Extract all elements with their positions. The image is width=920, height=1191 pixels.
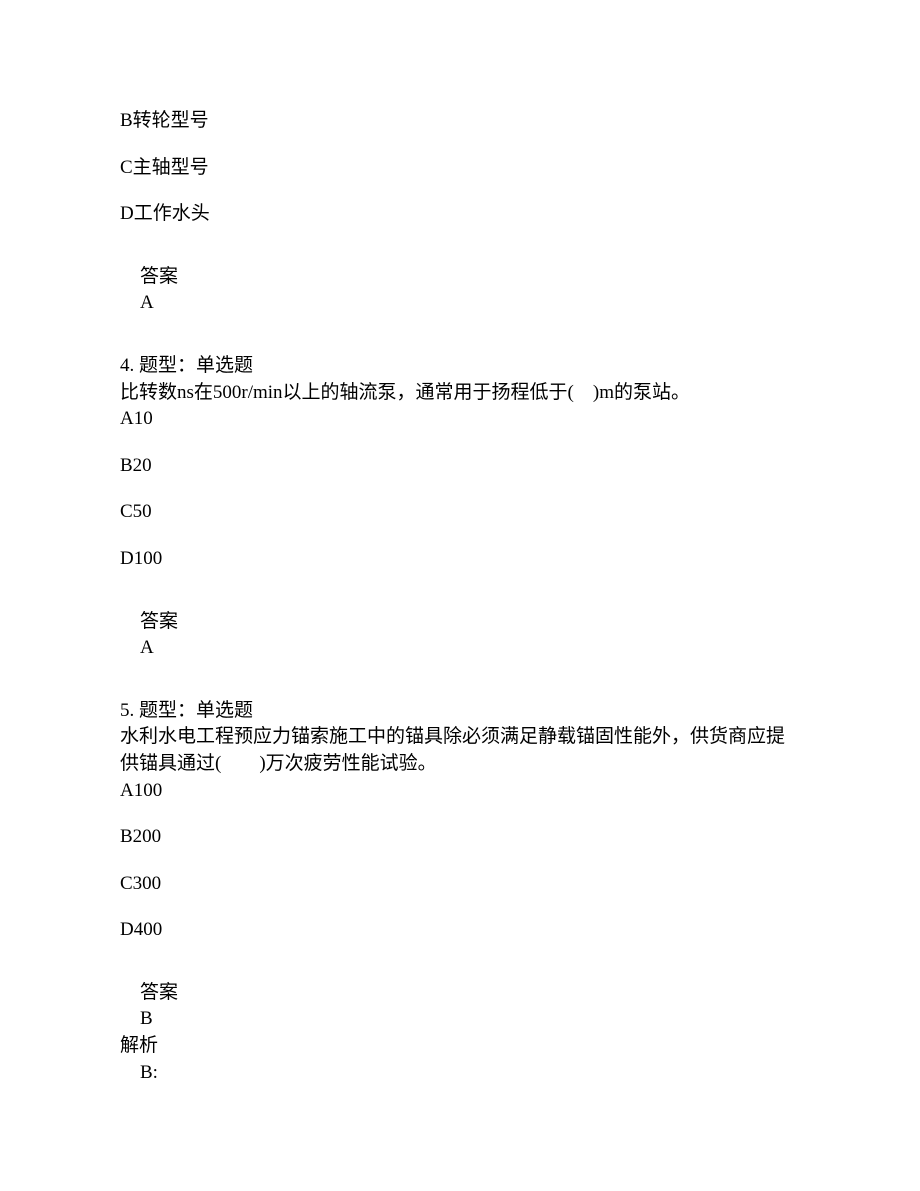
- question-header: 5. 题型：单选题: [120, 698, 800, 725]
- answer-block-5: 答案 B 解析 B:: [120, 980, 800, 1086]
- option-c: C50: [120, 499, 800, 526]
- explain-value: B:: [120, 1060, 800, 1087]
- option-d: D400: [120, 917, 800, 944]
- option-b: B转轮型号: [120, 108, 800, 135]
- answer-label: 答案: [120, 264, 800, 291]
- option-b: B200: [120, 824, 800, 851]
- question-5: 5. 题型：单选题 水利水电工程预应力锚索施工中的锚具除必须满足静载锚固性能外，…: [120, 698, 800, 944]
- option-c: C300: [120, 871, 800, 898]
- answer-value: A: [120, 290, 800, 317]
- answer-value: A: [120, 635, 800, 662]
- answer-block-4: 答案 A: [120, 609, 800, 662]
- question-text: 比转数ns在500r/min以上的轴流泵，通常用于扬程低于( )m的泵站。: [120, 380, 800, 407]
- option-c: C主轴型号: [120, 155, 800, 182]
- explain-label: 解析: [120, 1033, 800, 1060]
- option-b: B20: [120, 453, 800, 480]
- option-a: A10: [120, 406, 800, 433]
- option-d: D工作水头: [120, 201, 800, 228]
- answer-label: 答案: [120, 980, 800, 1007]
- answer-label: 答案: [120, 609, 800, 636]
- question-text: 水利水电工程预应力锚索施工中的锚具除必须满足静载锚固性能外，供货商应提供锚具通过…: [120, 724, 800, 777]
- answer-value: B: [120, 1006, 800, 1033]
- document-content: B转轮型号 C主轴型号 D工作水头 答案 A 4. 题型：单选题 比转数ns在5…: [120, 108, 800, 1086]
- question-4: 4. 题型：单选题 比转数ns在500r/min以上的轴流泵，通常用于扬程低于(…: [120, 353, 800, 573]
- answer-block-3: 答案 A: [120, 264, 800, 317]
- question-header: 4. 题型：单选题: [120, 353, 800, 380]
- option-d: D100: [120, 546, 800, 573]
- option-a: A100: [120, 778, 800, 805]
